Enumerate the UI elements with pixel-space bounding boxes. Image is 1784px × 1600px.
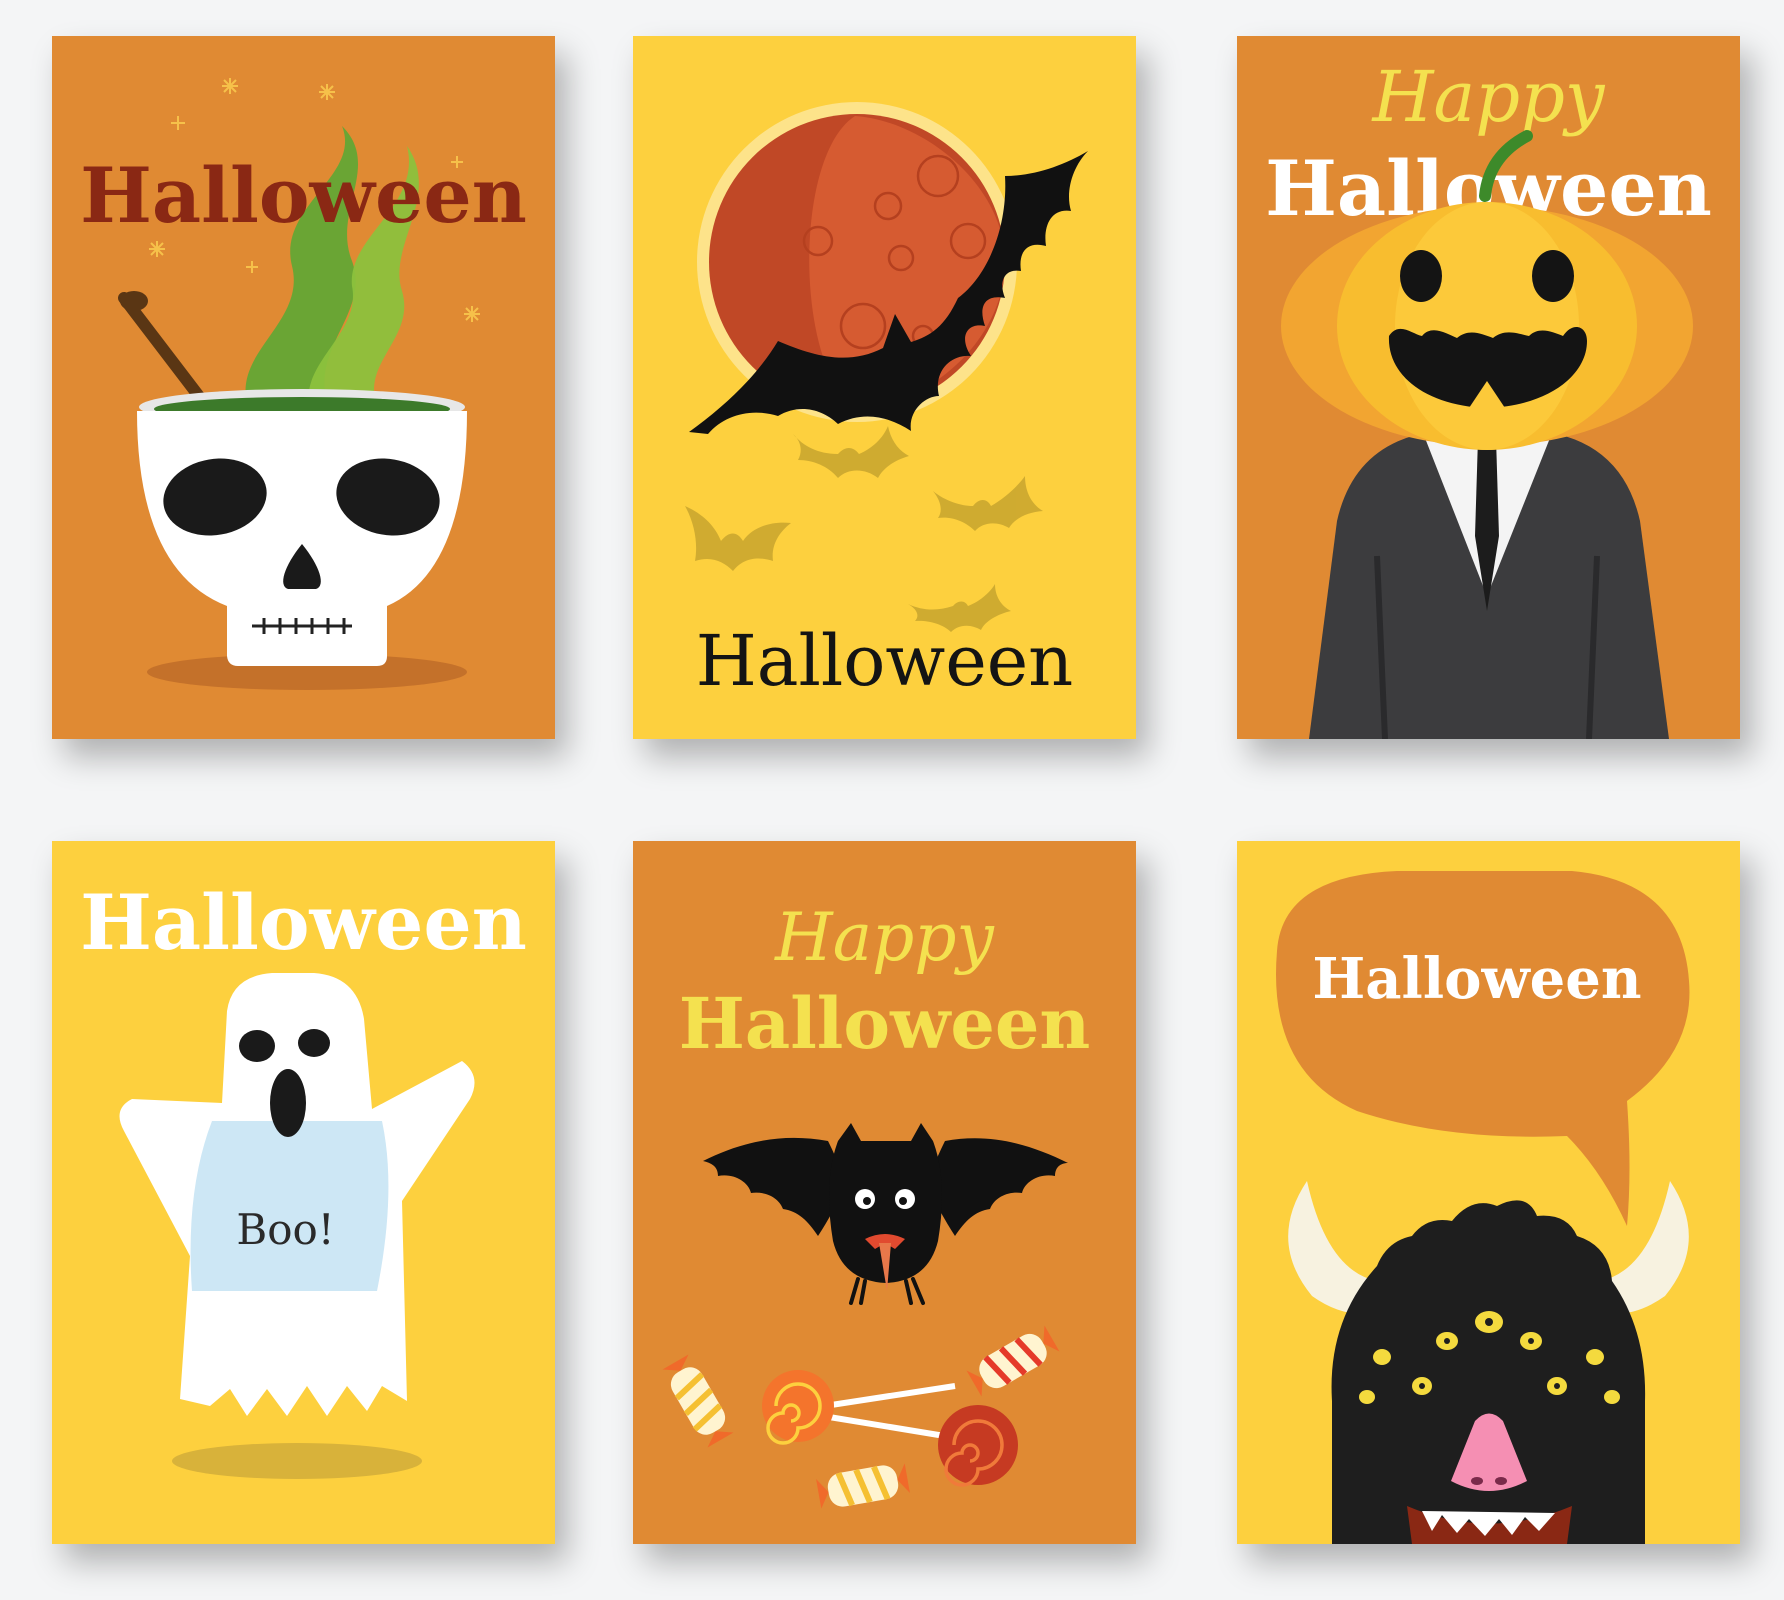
spoon-tip-shape — [120, 291, 148, 311]
pumpkin-center-shape — [1395, 202, 1579, 450]
skull-shape — [137, 411, 467, 666]
skull-cauldron-icon — [118, 78, 480, 690]
card-ghost: Halloween Boo! — [52, 841, 555, 1544]
pumpkin-right-eye-shape — [1532, 250, 1574, 302]
card-title: Halloween — [80, 151, 527, 240]
ghost-right-eye-shape — [298, 1029, 330, 1057]
pumpkin-stem-shape — [1479, 130, 1533, 202]
ghost-icon — [119, 973, 475, 1479]
bat-silhouette-icons — [685, 426, 1043, 632]
pumpkin-head-suit-icon — [1281, 130, 1693, 739]
ghost-left-eye-shape — [239, 1030, 275, 1062]
card-bat-candy: Happy Halloween — [633, 841, 1136, 1544]
bat-left-wing-shape — [703, 1137, 848, 1236]
bat-right-wing-shape — [925, 1138, 1068, 1236]
pumpkin-left-eye-shape — [1400, 250, 1442, 302]
card-monster: Halloween — [1237, 841, 1740, 1544]
monster-body-shape — [1331, 1200, 1646, 1544]
card-skull-cauldron: Halloween — [52, 36, 555, 739]
bat-candy-icon — [662, 1123, 1068, 1509]
card-pumpkin-head: Happy Halloween — [1237, 36, 1740, 739]
wrapped-candy-shape-2 — [966, 1325, 1060, 1397]
speech-bubble-shape — [1276, 871, 1690, 1226]
ghost-shadow-shape — [172, 1443, 422, 1479]
card-title: Halloween — [1312, 946, 1642, 1012]
ghost-shirt-text: Boo! — [236, 1205, 335, 1254]
card-title: Halloween — [695, 620, 1074, 702]
ghost-mouth-shape — [270, 1069, 306, 1137]
wrapped-candy-shape-3 — [816, 1463, 910, 1509]
wrapped-candy-shape — [662, 1354, 734, 1448]
card-moon-bats: Halloween — [633, 36, 1136, 739]
